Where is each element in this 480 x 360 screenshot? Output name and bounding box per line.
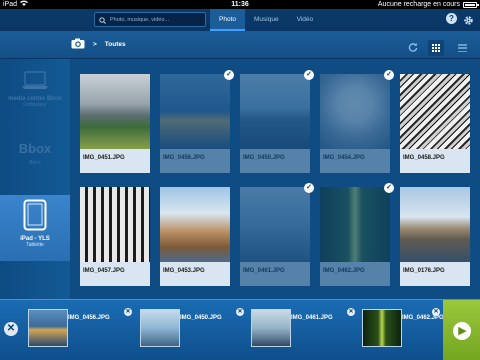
grid-view-icon[interactable] [428,40,444,56]
device-type: Bbox [29,160,41,166]
search-input[interactable]: Photo, musique, vidéo... [94,12,206,27]
photo-thumbnail [80,187,150,262]
photo-card[interactable]: IMG_0454.JPG [320,74,390,179]
tray-thumbnail [251,309,291,347]
device-type: Ordinateur [23,102,47,108]
photo-card[interactable]: IMG_0450.JPG [240,74,310,179]
photo-caption: IMG_0461.JPG [240,262,310,286]
remove-icon[interactable]: ✕ [124,308,132,316]
photo-card[interactable]: IMG_0461.JPG [240,187,310,292]
photo-card[interactable]: IMG_0453.JPG [160,187,230,292]
photo-thumbnail [320,187,390,262]
checkmark-icon: ✓ [384,183,394,193]
tab-photo[interactable]: Photo [210,9,245,31]
tray-item[interactable]: IMG_0456.JPG ✕ [28,308,134,351]
photo-card[interactable]: IMG_0457.JPG [80,187,150,292]
tray-item-label: IMG_0456.JPG [68,315,110,321]
tab-musique[interactable]: Musique [245,9,288,31]
photo-thumbnail [160,74,230,149]
settings-icon[interactable] [463,13,474,31]
photo-caption: IMG_0451.JPG [80,149,150,173]
photo-caption: IMG_0454.JPG [320,149,390,173]
tray-item[interactable]: IMG_0450.JPG ✕ [140,308,246,351]
remove-icon[interactable]: ✕ [347,308,355,316]
next-button[interactable]: ▶ [443,300,480,360]
device-panel: media center Bbox Ordinateur Bbox Bbox i… [0,59,70,299]
photo-card[interactable]: IMG_0462.JPG [320,187,390,292]
checkmark-icon: ✓ [304,70,314,80]
tray-item[interactable]: IMG_0462.JPG ✕ [362,308,444,351]
photo-caption: IMG_0450.JPG [240,149,310,173]
photo-caption: IMG_0458.JPG [400,149,470,173]
device-media-center[interactable]: media center Bbox Ordinateur [0,69,70,129]
device-ipad[interactable]: iPad - YLS Tablette [0,195,70,261]
tablet-icon [23,199,47,231]
tray-thumbnail [362,309,402,347]
photo-caption: IMG_0453.JPG [160,262,230,286]
photo-caption: IMG_0456.JPG [160,149,230,173]
list-view-icon[interactable] [454,40,470,56]
toolbar: > Toutes [0,31,480,59]
tray-item-label: IMG_0461.JPG [291,315,333,321]
breadcrumb-separator: > [93,41,97,48]
tab-bar: Photo Musique Vidéo [210,9,322,31]
tray-item-label: IMG_0462.JPG [402,315,444,321]
laptop-icon [22,71,48,89]
battery-icon [463,1,479,8]
photo-thumbnail [160,187,230,262]
photo-card[interactable]: IMG_0458.JPG [400,74,470,179]
photo-thumbnail [400,187,470,262]
photo-thumbnail [240,74,310,149]
photo-caption: IMG_0457.JPG [80,262,150,286]
photo-grid: IMG_0451.JPG IMG_0456.JPG IMG_0450.JPG I… [70,59,480,299]
photo-thumbnail [400,74,470,149]
tray-item-label: IMG_0450.JPG [180,315,222,321]
status-bar: iPad 11:36 Aucune recharge en cours [0,0,480,9]
bbox-logo: Bbox [18,141,52,156]
checkmark-icon: ✓ [224,70,234,80]
photo-caption: IMG_0462.JPG [320,262,390,286]
device-type: Tablette [26,242,44,248]
camera-icon[interactable] [71,38,85,51]
tray-thumbnail [140,309,180,347]
breadcrumb: > Toutes [71,38,126,51]
help-icon[interactable]: ? [446,13,457,24]
next-arrow-icon: ▶ [452,321,471,340]
photo-card[interactable]: IMG_0456.JPG [160,74,230,179]
photo-card[interactable]: IMG_0451.JPG [80,74,150,179]
photo-thumbnail [80,74,150,149]
photo-card[interactable]: IMG_0176.JPG [400,187,470,292]
tab-video[interactable]: Vidéo [288,9,323,31]
device-bbox[interactable]: Bbox Bbox [0,137,70,187]
selection-tray: ✕ IMG_0456.JPG ✕ IMG_0450.JPG ✕ IMG_0461… [0,299,480,360]
top-nav: Photo, musique, vidéo... Photo Musique V… [0,9,480,31]
refresh-icon[interactable] [408,39,418,57]
photo-thumbnail [320,74,390,149]
breadcrumb-current[interactable]: Toutes [105,41,126,48]
search-placeholder: Photo, musique, vidéo... [110,16,170,23]
checkmark-icon: ✓ [384,70,394,80]
search-icon [99,11,106,29]
photo-thumbnail [240,187,310,262]
tray-item[interactable]: IMG_0461.JPG ✕ [251,308,357,351]
remove-icon[interactable]: ✕ [236,308,244,316]
checkmark-icon: ✓ [304,183,314,193]
close-icon[interactable]: ✕ [4,322,18,336]
remove-icon[interactable]: ✕ [432,308,440,316]
photo-caption: IMG_0176.JPG [400,262,470,286]
tray-thumbnail [28,309,68,347]
battery-text: Aucune recharge en cours [377,1,460,8]
